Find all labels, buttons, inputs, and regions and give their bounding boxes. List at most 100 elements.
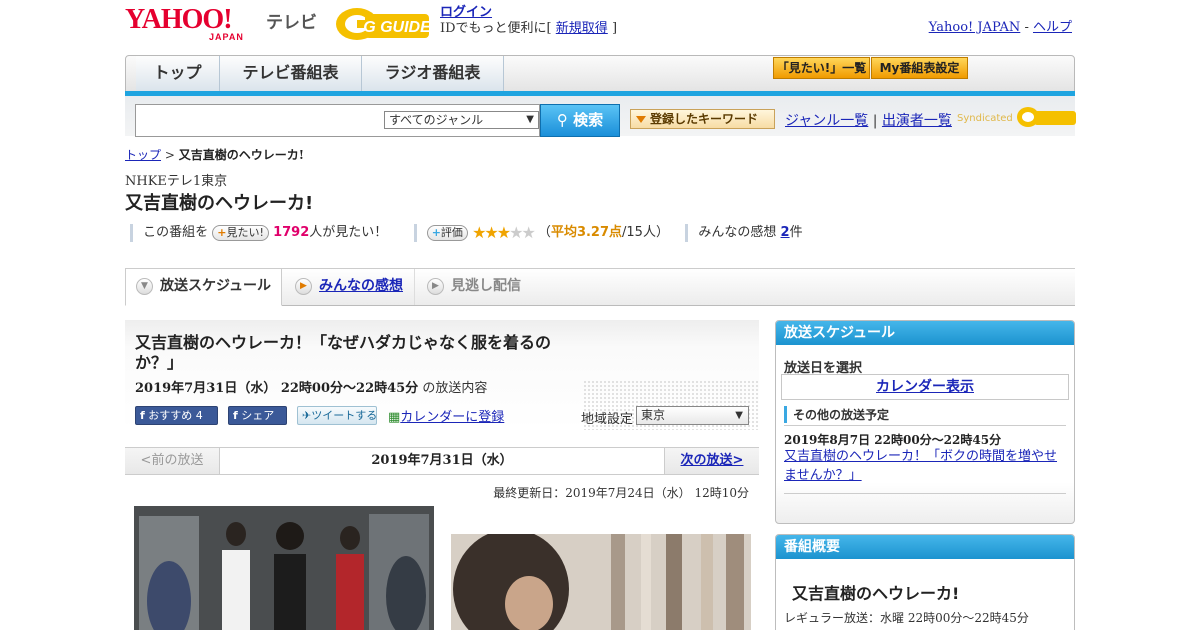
gguide-logo[interactable]: G GUIDE [335,6,435,42]
facebook-share-button[interactable]: f シェア [228,406,287,425]
region-label: 地域設定 [581,412,634,427]
episode-date-time: 2019年7月31日（水） 22時00分～22時45分 [135,381,419,396]
nav-tab-radio-schedule[interactable]: ラジオ番組表 [362,56,504,91]
star-icon: ★ [484,223,498,242]
facebook-icon: f [233,409,238,422]
divider [784,425,1066,426]
gguide-small-icon [1016,107,1076,127]
plus-icon: + [431,225,441,239]
mitai-suffix: 人が見たい！ [309,225,388,240]
logo-yahoo-text: YAHOO! [125,4,233,35]
search-icon: ⚲ [556,111,568,129]
current-broadcast-date: 2019年7月31日（水） [220,448,664,474]
breadcrumb-top-link[interactable]: トップ [125,148,161,162]
rate-button[interactable]: +評価 [426,224,468,241]
login-link[interactable]: ログイン [440,5,492,20]
episode-photo-1-image [134,506,434,630]
program-stats: この番組を +見たい! 1792人が見たい！ +評価 ★★★★★ （平均3.27… [130,221,803,242]
login-desc: IDでもっと便利に[ [440,21,552,36]
breadcrumb: トップ > 又吉直樹のヘウレーカ! [125,146,304,163]
nav-tab-tv-schedule[interactable]: テレビ番組表 [220,56,362,91]
tab-reviews[interactable]: ▶ みんなの感想 [285,269,415,305]
rating-count: /15人） [622,225,669,240]
stats-divider [413,223,417,242]
review-label: みんなの感想 [698,225,777,240]
prev-broadcast[interactable]: <前の放送 [125,448,220,474]
search-button-label: 検索 [573,111,604,129]
chevron-down-icon: ▼ [526,114,534,125]
nav-tab-top[interactable]: トップ [136,56,220,91]
episode-photo-2-image [451,534,751,630]
star-icon: ★ [496,223,511,242]
signup-link[interactable]: 新規取得 [556,21,608,36]
episode-photo-1 [134,506,434,630]
other-broadcasts-label: その他の放送予定 [784,406,889,423]
tweet-label: ツイートする [311,409,378,422]
gguide-text: G GUIDE [363,19,432,36]
program-summary-panel: 番組概要 又吉直樹のヘウレーカ! レギュラー放送：水曜 22時00分～22時45… [775,534,1075,630]
search-button[interactable]: ⚲ 検索 [540,104,620,137]
calendar-add-icon: ▦ [388,410,401,425]
broadcast-pager: <前の放送 2019年7月31日（水） 次の放送> [125,447,759,475]
schedule-panel-title: 放送スケジュール [776,321,1074,345]
review-count-link[interactable]: 2 [781,225,790,240]
summary-program-name: 又吉直樹のヘウレーカ! [792,584,960,603]
syndicated-gguide-logo: Syndicated [957,105,1078,129]
episode-date-suffix: の放送内容 [422,381,488,396]
review-unit: 件 [789,225,803,240]
help-link[interactable]: ヘルプ [1033,20,1072,35]
registered-keyword-button[interactable]: 登録したキーワード [630,109,775,129]
mitai-button[interactable]: +見たい! [212,224,269,241]
genre-list-link[interactable]: ジャンル一覧 [785,113,868,129]
last-updated: 最終更新日：2019年7月24日（水） 12時10分 [493,486,749,500]
chevron-right-icon: ▶ [295,278,312,295]
login-box: ログイン IDでもっと便利に[ 新規取得 ] [440,5,617,37]
tab-reviews-label: みんなの感想 [319,278,403,294]
tab-catchup[interactable]: ▶ 見逃し配信 [417,269,547,305]
stats-divider [130,223,133,242]
genre-select-value: すべてのジャンル [389,113,484,127]
tab-broadcast-schedule[interactable]: ▼ 放送スケジュール [125,268,282,306]
next-broadcast-link[interactable]: 次の放送> [664,448,759,474]
facebook-icon: f [140,409,145,422]
other-broadcast-date: 2019年8月7日 22時00分～22時45分 [784,433,1002,447]
mitai-count: 1792 [273,225,310,240]
channel-name: NHKEテレ1東京 [125,174,228,189]
tweet-button[interactable]: ✈ツイートする [297,406,377,425]
rate-button-label: 評価 [440,225,463,239]
other-broadcast-link[interactable]: 又吉直樹のヘウレーカ！「ボクの時間を増やせませんか？」 [784,447,1064,485]
facebook-recommend-label: おすすめ 4 [148,409,203,422]
calendar-display-button[interactable]: カレンダー表示 [781,374,1069,400]
region-select-value: 東京 [641,408,666,422]
breadcrumb-current: 又吉直樹のヘウレーカ! [178,148,305,162]
stats-divider [685,223,689,242]
chevron-down-icon: ▼ [136,278,153,295]
schedule-panel: 放送スケジュール 放送日を選択 カレンダー表示 その他の放送予定 2019年8月… [775,320,1075,524]
chevron-right-icon: ▶ [427,278,444,295]
tv-label[interactable]: テレビ [266,8,317,33]
link-separator: - [1024,20,1029,35]
twitter-bird-icon: ✈ [302,409,312,422]
star-empty-icon: ★ [521,223,535,242]
gguide-logo-icon: G GUIDE [336,8,432,40]
top-right-links: Yahoo! JAPAN - ヘルプ [929,16,1072,35]
genre-select[interactable]: すべてのジャンル ▼ [384,111,539,129]
tab-catchup-label: 見逃し配信 [451,278,521,294]
region-select[interactable]: 東京 ▼ [636,406,749,425]
mitai-list-button[interactable]: 「見たい!」一覧 [773,57,870,79]
my-schedule-button[interactable]: My番組表設定 [871,57,968,79]
performer-list-link[interactable]: 出演者一覧 [882,113,952,129]
yahoo-japan-logo[interactable]: YAHOO! JAPAN [125,4,265,43]
breadcrumb-separator: > [164,148,175,162]
chevron-down-icon: ▼ [735,410,743,421]
plus-icon: + [217,225,227,239]
registered-keyword-label: 登録したキーワード [650,112,759,126]
calendar-register[interactable]: ▦カレンダーに登録 [388,406,504,425]
episode-photo-2 [451,534,751,630]
regular-broadcast-info: レギュラー放送：水曜 22時00分～22時45分 [784,611,1029,625]
yahoo-japan-link[interactable]: Yahoo! JAPAN [929,20,1021,35]
search-links: ジャンル一覧 | 出演者一覧 [785,110,952,130]
bracket-close: ] [611,21,618,36]
episode-date: 2019年7月31日（水） 22時00分～22時45分 の放送内容 [135,377,487,396]
facebook-recommend-button[interactable]: f おすすめ 4 [135,406,218,425]
